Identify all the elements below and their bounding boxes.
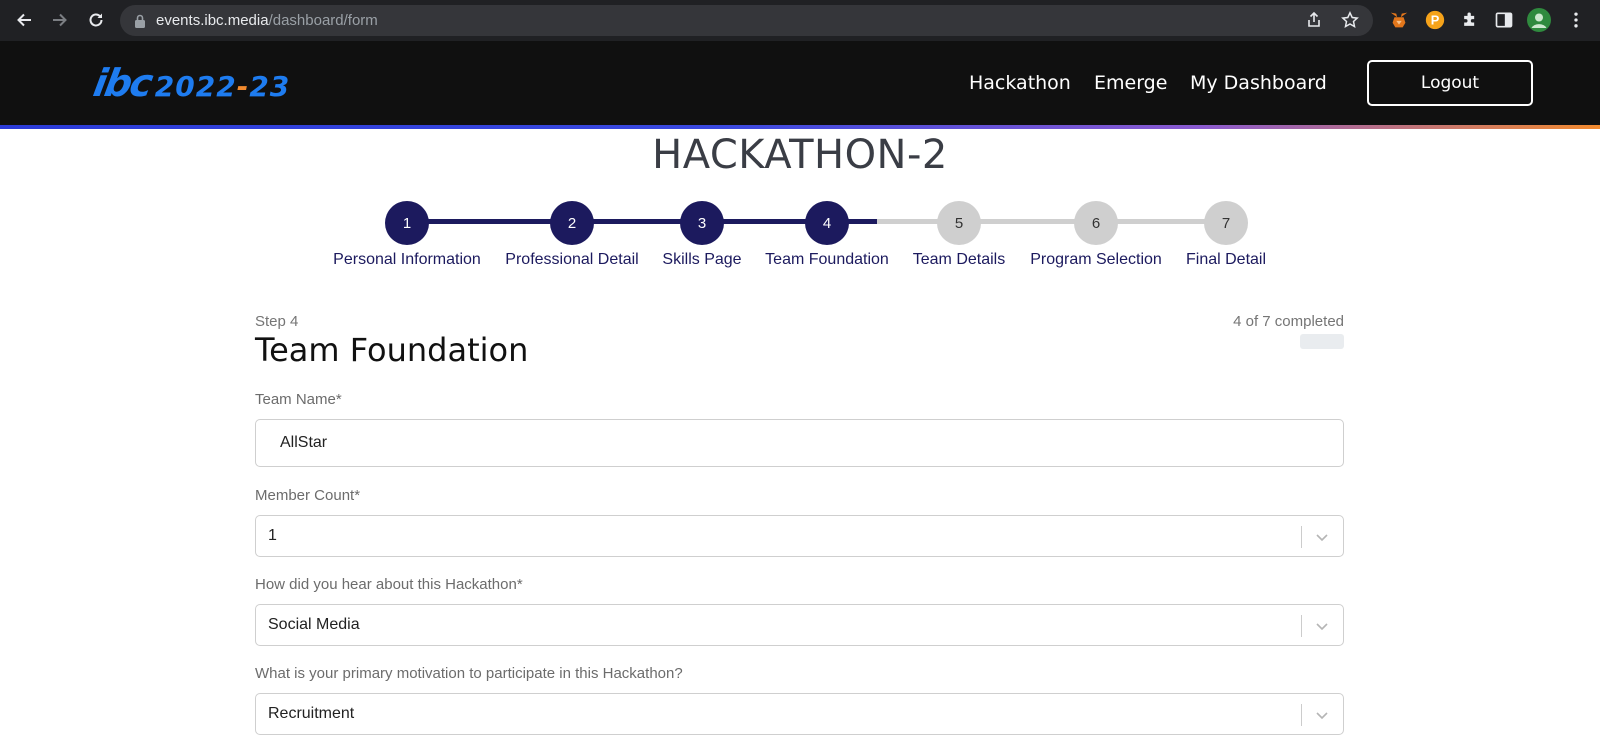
- ibc-logo[interactable]: ibc 2022-23: [90, 61, 291, 105]
- chevron-down-icon[interactable]: [1313, 617, 1331, 635]
- lock-icon: [135, 14, 145, 28]
- browser-toolbar: events.ibc.media/dashboard/form P: [0, 0, 1600, 41]
- member-count-label: Member Count*: [255, 487, 361, 504]
- logout-button[interactable]: Logout: [1367, 60, 1533, 106]
- select-separator: [1301, 526, 1302, 548]
- step-7-label: Final Detail: [1185, 251, 1267, 268]
- profile-avatar[interactable]: [1527, 8, 1551, 32]
- completion-status: 4 of 7 completed: [1233, 313, 1344, 330]
- step-5-circle[interactable]: 5: [937, 201, 981, 245]
- logo-ibc-text: ibc: [90, 61, 155, 105]
- hear-about-value: Social Media: [268, 616, 360, 633]
- svg-text:P: P: [1431, 13, 1440, 28]
- select-separator: [1301, 615, 1302, 637]
- stepper-track-remaining: [877, 219, 1226, 224]
- share-icon[interactable]: [1305, 11, 1323, 29]
- step-4-circle[interactable]: 4: [805, 201, 849, 245]
- bookmark-star-icon[interactable]: [1341, 11, 1359, 29]
- step-7-circle[interactable]: 7: [1204, 201, 1248, 245]
- nav-hackathon[interactable]: Hackathon: [969, 72, 1071, 94]
- progress-fill: [1300, 334, 1344, 349]
- address-bar[interactable]: events.ibc.media/dashboard/form: [120, 5, 1373, 36]
- menu-kebab-icon[interactable]: [1564, 8, 1588, 32]
- logo-year-text: 2022-23: [155, 70, 291, 103]
- reload-icon[interactable]: [78, 2, 114, 38]
- nav-emerge[interactable]: Emerge: [1094, 72, 1167, 94]
- url-host: events.ibc.media: [156, 12, 269, 29]
- step-1-circle[interactable]: 1: [385, 201, 429, 245]
- step-2-circle[interactable]: 2: [550, 201, 594, 245]
- chevron-down-icon[interactable]: [1313, 528, 1331, 546]
- side-panel-icon[interactable]: [1492, 8, 1516, 32]
- forward-icon[interactable]: [42, 2, 78, 38]
- step-number: Step 4: [255, 313, 299, 330]
- step-3-label: Skills Page: [662, 251, 742, 268]
- motivation-select[interactable]: Recruitment: [255, 693, 1344, 735]
- back-icon[interactable]: [6, 2, 42, 38]
- hear-about-select[interactable]: Social Media: [255, 604, 1344, 646]
- logo-year-end: 23: [249, 70, 291, 103]
- motivation-label: What is your primary motivation to parti…: [255, 665, 683, 682]
- hear-about-label: How did you hear about this Hackathon*: [255, 576, 523, 593]
- metamask-icon[interactable]: [1387, 8, 1411, 32]
- url-path: /dashboard/form: [268, 12, 378, 29]
- extensions-puzzle-icon[interactable]: [1458, 8, 1482, 32]
- step-4-label: Team Foundation: [765, 251, 889, 268]
- logo-year-start: 2022: [154, 70, 237, 103]
- member-count-value: 1: [268, 527, 277, 544]
- step-6-label: Program Selection: [1030, 251, 1162, 268]
- chevron-down-icon[interactable]: [1313, 706, 1331, 724]
- progress-bar: [1300, 334, 1344, 349]
- team-name-input[interactable]: [255, 419, 1344, 467]
- nav-my-dashboard[interactable]: My Dashboard: [1190, 72, 1327, 94]
- step-5-label: Team Details: [912, 251, 1006, 268]
- member-count-select[interactable]: 1: [255, 515, 1344, 557]
- step-3-circle[interactable]: 3: [680, 201, 724, 245]
- site-header: ibc 2022-23 Hackathon Emerge My Dashboar…: [0, 41, 1600, 129]
- motivation-value: Recruitment: [268, 705, 355, 722]
- team-name-label: Team Name*: [255, 391, 342, 408]
- step-2-label: Professional Detail: [505, 251, 639, 268]
- select-separator: [1301, 704, 1302, 726]
- form-title: Team Foundation: [255, 331, 529, 369]
- logo-year-dash: -: [236, 70, 250, 103]
- page-title: HACKATHON-2: [652, 132, 948, 178]
- step-1-label: Personal Information: [333, 251, 481, 268]
- header-accent-bar: [0, 125, 1600, 129]
- step-6-circle[interactable]: 6: [1074, 201, 1118, 245]
- p-extension-icon[interactable]: P: [1423, 8, 1447, 32]
